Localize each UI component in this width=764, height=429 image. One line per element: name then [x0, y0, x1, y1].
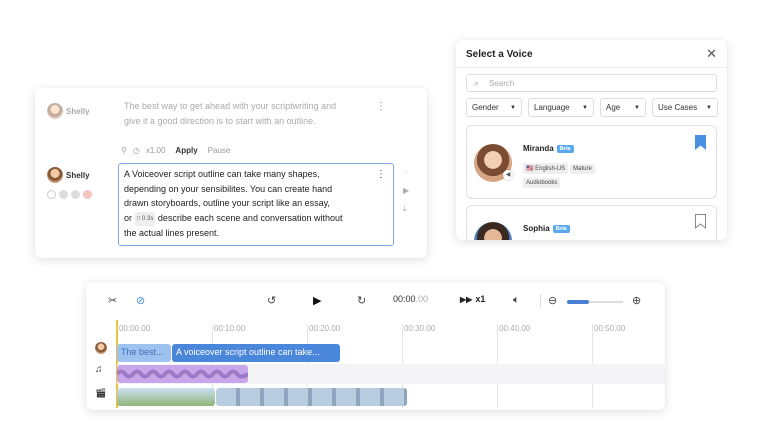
caret-down-icon: ▼	[510, 104, 516, 111]
block-side-actions: ◌ ▶ ⤓	[403, 168, 409, 214]
voice-track-avatar[interactable]	[95, 342, 107, 354]
zoom-slider[interactable]	[567, 300, 623, 304]
filter-gender[interactable]: Gender ▼	[466, 98, 522, 117]
speaker-avatar[interactable]	[47, 103, 63, 119]
avatar	[95, 342, 107, 354]
block-toolbar: ⚲ ◷ x1.00 Apply Pause	[121, 146, 230, 155]
speed-value[interactable]: x1.00	[146, 146, 166, 155]
voice-card[interactable]: Sophia Beta	[466, 205, 717, 240]
apply-button[interactable]: Apply	[175, 146, 197, 155]
avatar[interactable]	[59, 190, 68, 199]
more-options-icon[interactable]: ⋮	[376, 170, 386, 180]
more-options-icon[interactable]: ⋮	[376, 102, 386, 112]
volume-icon[interactable]: 🔈︎	[513, 294, 520, 307]
fast-forward-icon: ▶▶	[460, 294, 473, 304]
speaker-name[interactable]: Shelly	[66, 171, 90, 180]
tag-age: Mature	[570, 164, 595, 174]
speed-icon[interactable]: ◷	[133, 146, 140, 155]
magic-icon[interactable]: ⊘	[136, 294, 145, 307]
zoom-in-icon[interactable]: ⊕	[632, 294, 641, 307]
forward-icon[interactable]: ↻	[357, 294, 366, 307]
ruler-tick-label: 00:40.00	[499, 324, 531, 333]
divider	[540, 294, 541, 308]
zoom-slider-fill	[567, 300, 590, 304]
ruler-tick-label: 00:10.00	[214, 324, 246, 333]
voice-name: Sophia Beta	[523, 224, 570, 233]
caret-down-icon: ▼	[706, 104, 712, 111]
pause-tag[interactable]: ⁝⁝ 0.3s	[134, 211, 156, 226]
speaker-name[interactable]: Shelly	[66, 107, 90, 116]
filter-bar: Gender ▼ Language ▼ Age ▼ Use Cases ▼	[466, 98, 718, 117]
speaker-alt-avatars[interactable]	[47, 190, 92, 199]
play-icon[interactable]: ▶	[403, 186, 409, 195]
dialog-title: Select a Voice	[466, 49, 533, 60]
speaker-avatar[interactable]	[47, 167, 63, 183]
video-icon[interactable]: 🎬︎	[95, 388, 106, 399]
caret-down-icon: ▼	[582, 104, 588, 111]
bookmark-icon[interactable]	[695, 135, 706, 150]
speed-control[interactable]: ▶▶ x1	[460, 294, 485, 304]
voice-avatar	[474, 222, 512, 240]
search-input[interactable]: ⌕ Search	[466, 74, 717, 92]
script-paragraph-2[interactable]: A Voiceover script outline can take many…	[124, 167, 374, 241]
voice-card[interactable]: ◀ Miranda Beta 🇺🇸 English-US Mature Audiob…	[466, 125, 717, 199]
history-icon[interactable]	[47, 190, 56, 199]
ruler-tick-label: 00:20.00	[309, 324, 341, 333]
script-paragraph-1[interactable]: The best way to get ahead with your scri…	[124, 99, 384, 128]
speaker-icon[interactable]: ◀	[503, 170, 513, 180]
close-icon[interactable]: ✕	[706, 46, 717, 62]
avatar[interactable]	[83, 190, 92, 199]
play-button[interactable]: ▶	[313, 294, 321, 307]
beta-badge: Beta	[552, 225, 570, 233]
avatar[interactable]	[71, 190, 80, 199]
ruler-tick-label: 00:00.00	[119, 324, 151, 333]
beta-badge: Beta	[556, 145, 574, 153]
waveform	[117, 369, 248, 379]
pin-icon[interactable]: ⚲	[121, 146, 127, 155]
timeline-clip[interactable]: The best...	[117, 344, 171, 362]
zoom-out-icon[interactable]: ⊖	[548, 294, 557, 307]
divider	[456, 67, 727, 68]
filter-language[interactable]: Language ▼	[528, 98, 594, 117]
music-icon[interactable]: ♫	[95, 364, 103, 375]
script-editor-panel: Shelly The best way to get ahead with yo…	[35, 88, 427, 258]
select-voice-dialog: Select a Voice ✕ ⌕ Search Gender ▼ Langua…	[456, 40, 727, 240]
voice-use-case: Audiobooks	[523, 171, 562, 189]
ruler-tick-label: 00:50.00	[594, 324, 626, 333]
filter-age[interactable]: Age ▼	[600, 98, 646, 117]
bookmark-icon[interactable]	[695, 214, 706, 229]
comment-icon[interactable]: ◌	[403, 168, 409, 177]
ruler-tick-label: 00:30.00	[404, 324, 436, 333]
rewind-icon[interactable]: ↺	[267, 294, 276, 307]
download-icon[interactable]: ⤓	[403, 204, 409, 214]
tag-use-case: Audiobooks	[523, 178, 561, 188]
video-clip[interactable]	[216, 388, 407, 406]
caret-down-icon: ▼	[634, 104, 640, 111]
voice-name: Miranda Beta	[523, 144, 574, 153]
split-icon[interactable]: ✂	[108, 294, 117, 307]
pause-button[interactable]: Pause	[208, 146, 231, 155]
time-display: 00:00.00	[393, 294, 429, 304]
video-clip[interactable]	[117, 388, 215, 406]
timeline-clip-active[interactable]: A voiceover script outline can take...	[172, 344, 340, 362]
search-icon: ⌕	[474, 78, 480, 88]
filter-use-cases[interactable]: Use Cases ▼	[652, 98, 718, 117]
music-clip[interactable]	[117, 365, 248, 383]
timeline-panel: ✂ ⊘ ↺ ▶ ↻ 00:00.00 ▶▶ x1 🔈︎ ⊖ ⊕ 00:00.00 0…	[86, 282, 665, 410]
